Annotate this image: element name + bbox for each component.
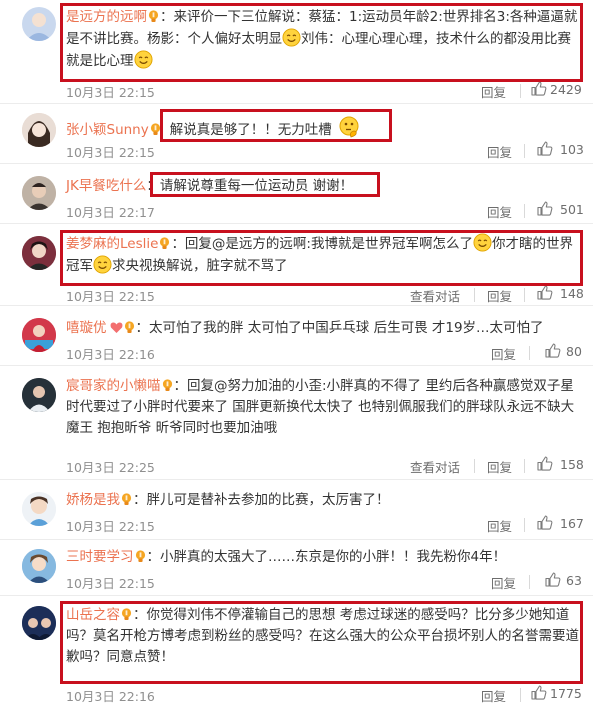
heart-badge-icon: [110, 322, 122, 333]
divider: [520, 688, 521, 702]
comment-item: 张小颖Sunny 解说真是够了！！无力吐槽 10月3日 22:15 回复 103: [0, 104, 593, 164]
lightbulb-icon: [149, 123, 162, 136]
lightbulb-icon: [134, 550, 147, 563]
timestamp: 10月3日 22:15: [66, 85, 155, 100]
username-link[interactable]: 姜梦麻的Leslie: [66, 236, 158, 252]
smile-emoji-icon: [93, 255, 112, 274]
avatar[interactable]: [22, 378, 56, 412]
thumbs-up-icon[interactable]: [537, 515, 553, 530]
comment-item: 山岳之容 ：你觉得刘伟不停灌输自己的思想 考虑过球迷的感受吗？比分多少她知道吗？莫…: [0, 596, 593, 709]
like-count: 80: [566, 344, 582, 359]
like-count: 63: [566, 573, 582, 588]
username-link[interactable]: 三时要学习: [66, 549, 134, 565]
comment-item: 宸哥家的小懒喵 ：回复@努力加油的小歪:小胖真的不得了 里约后各种赢感觉双子星时代…: [0, 366, 593, 480]
comment-text: 娇杨是我 ：胖儿可是替补去参加的比赛，太厉害了！: [66, 492, 390, 508]
timestamp: 10月3日 22:25: [66, 460, 155, 475]
thumbs-up-icon[interactable]: [531, 685, 547, 700]
avatar[interactable]: [22, 549, 56, 583]
avatar[interactable]: [22, 492, 56, 526]
lightbulb-icon: [158, 237, 171, 250]
divider: [529, 575, 530, 589]
comment-text: 嘻璇优 ：太可怕了我的胖 太可怕了中国乒乓球 后生可畏 才19岁…太可怕了: [66, 320, 544, 336]
thumbs-up-icon[interactable]: [537, 141, 553, 156]
username-link[interactable]: 是远方的远啊: [66, 9, 147, 25]
thumbs-up-icon[interactable]: [545, 343, 561, 358]
lightbulb-icon: [120, 608, 133, 621]
divider: [524, 204, 525, 218]
username-link[interactable]: 宸哥家的小懒喵: [66, 378, 161, 394]
like-count: 158: [560, 457, 584, 472]
divider: [520, 84, 521, 98]
smile-emoji-icon: [134, 50, 153, 69]
thumbs-up-icon[interactable]: [537, 456, 553, 471]
thumbs-up-icon[interactable]: [531, 81, 547, 96]
reply-button[interactable]: 回复: [487, 286, 512, 305]
username-link[interactable]: 张小颖Sunny: [66, 122, 149, 138]
lightbulb-icon: [120, 493, 133, 506]
like-count: 148: [560, 286, 584, 301]
timestamp: 10月3日 22:15: [66, 519, 155, 534]
reply-button[interactable]: 回复: [487, 202, 512, 221]
view-conversation-link[interactable]: 查看对话: [410, 286, 460, 305]
lightbulb-icon: [123, 321, 136, 334]
thumbs-up-icon[interactable]: [545, 572, 561, 587]
like-count: 2429: [550, 82, 582, 97]
comment-text: 是远方的远啊 ：来评价一下三位解说：蔡猛：1:运动员年龄2:世界排名3:各种逼逼就…: [66, 9, 578, 69]
reply-button[interactable]: 回复: [487, 516, 512, 535]
comment-text: 山岳之容 ：你觉得刘伟不停灌输自己的思想 考虑过球迷的感受吗？比分多少她知道吗？莫…: [66, 607, 579, 665]
reply-button[interactable]: 回复: [491, 344, 516, 363]
thinking-emoji-icon: [338, 116, 360, 138]
lightbulb-icon: [147, 10, 160, 23]
like-count: 167: [560, 516, 584, 531]
reply-button[interactable]: 回复: [491, 573, 516, 592]
reply-button[interactable]: 回复: [481, 686, 506, 705]
username-link[interactable]: 娇杨是我: [66, 492, 120, 508]
reply-button[interactable]: 回复: [487, 457, 512, 476]
reply-button[interactable]: 回复: [481, 82, 506, 101]
like-count: 103: [560, 142, 584, 157]
divider: [524, 459, 525, 473]
username-link[interactable]: 嘻璇优: [66, 320, 107, 336]
lightbulb-icon: [161, 379, 174, 392]
divider: [524, 518, 525, 532]
divider: [474, 459, 475, 473]
thumbs-up-icon[interactable]: [537, 201, 553, 216]
comment-item: 娇杨是我 ：胖儿可是替补去参加的比赛，太厉害了！ 10月3日 22:15 回复 1…: [0, 480, 593, 540]
comment-text: 三时要学习 ：小胖真的太强大了……东京是你的小胖！！我先粉你4年！: [66, 549, 507, 565]
timestamp: 10月3日 22:16: [66, 347, 155, 362]
comment-item: 三时要学习 ：小胖真的太强大了……东京是你的小胖！！我先粉你4年！ 10月3日 2…: [0, 540, 593, 596]
divider: [529, 346, 530, 360]
username-link[interactable]: 山岳之容: [66, 607, 120, 623]
divider: [524, 144, 525, 158]
divider: [474, 288, 475, 302]
avatar[interactable]: [22, 176, 56, 210]
comment-text: 张小颖Sunny 解说真是够了！！无力吐槽: [66, 116, 579, 141]
like-count: 501: [560, 202, 584, 217]
timestamp: 10月3日 22:17: [66, 205, 155, 220]
comment-item: 是远方的远啊 ：来评价一下三位解说：蔡猛：1:运动员年龄2:世界排名3:各种逼逼就…: [0, 0, 593, 104]
avatar[interactable]: [22, 606, 56, 640]
like-count: 1775: [550, 686, 582, 701]
comment-item: JK早餐吃什么：请解说尊重每一位运动员 谢谢！ 10月3日 22:17 回复 5…: [0, 164, 593, 224]
reply-button[interactable]: 回复: [487, 142, 512, 161]
divider: [524, 288, 525, 302]
comment-item: 嘻璇优 ：太可怕了我的胖 太可怕了中国乒乓球 后生可畏 才19岁…太可怕了 10月…: [0, 306, 593, 366]
comment-item: 姜梦麻的Leslie ：回复@是远方的远啊:我博就是世界冠军啊怎么了 你才瞎的世界冠…: [0, 224, 593, 306]
avatar[interactable]: [22, 113, 56, 147]
timestamp: 10月3日 22:16: [66, 689, 155, 704]
thumbs-up-icon[interactable]: [537, 285, 553, 300]
comment-text: 宸哥家的小懒喵 ：回复@努力加油的小歪:小胖真的不得了 里约后各种赢感觉双子星时代…: [66, 378, 575, 436]
timestamp: 10月3日 22:15: [66, 289, 155, 304]
avatar[interactable]: [22, 7, 56, 41]
comment-text: JK早餐吃什么：请解说尊重每一位运动员 谢谢！: [66, 178, 354, 194]
comment-text: 姜梦麻的Leslie ：回复@是远方的远啊:我博就是世界冠军啊怎么了 你才瞎的世界冠…: [66, 233, 579, 277]
timestamp: 10月3日 22:15: [66, 576, 155, 591]
view-conversation-link[interactable]: 查看对话: [410, 457, 460, 476]
smile-emoji-icon: [473, 233, 492, 252]
avatar[interactable]: [22, 236, 56, 270]
timestamp: 10月3日 22:15: [66, 145, 155, 160]
smile-emoji-icon: [282, 28, 301, 47]
avatar[interactable]: [22, 318, 56, 352]
username-link[interactable]: JK早餐吃什么: [66, 178, 146, 194]
